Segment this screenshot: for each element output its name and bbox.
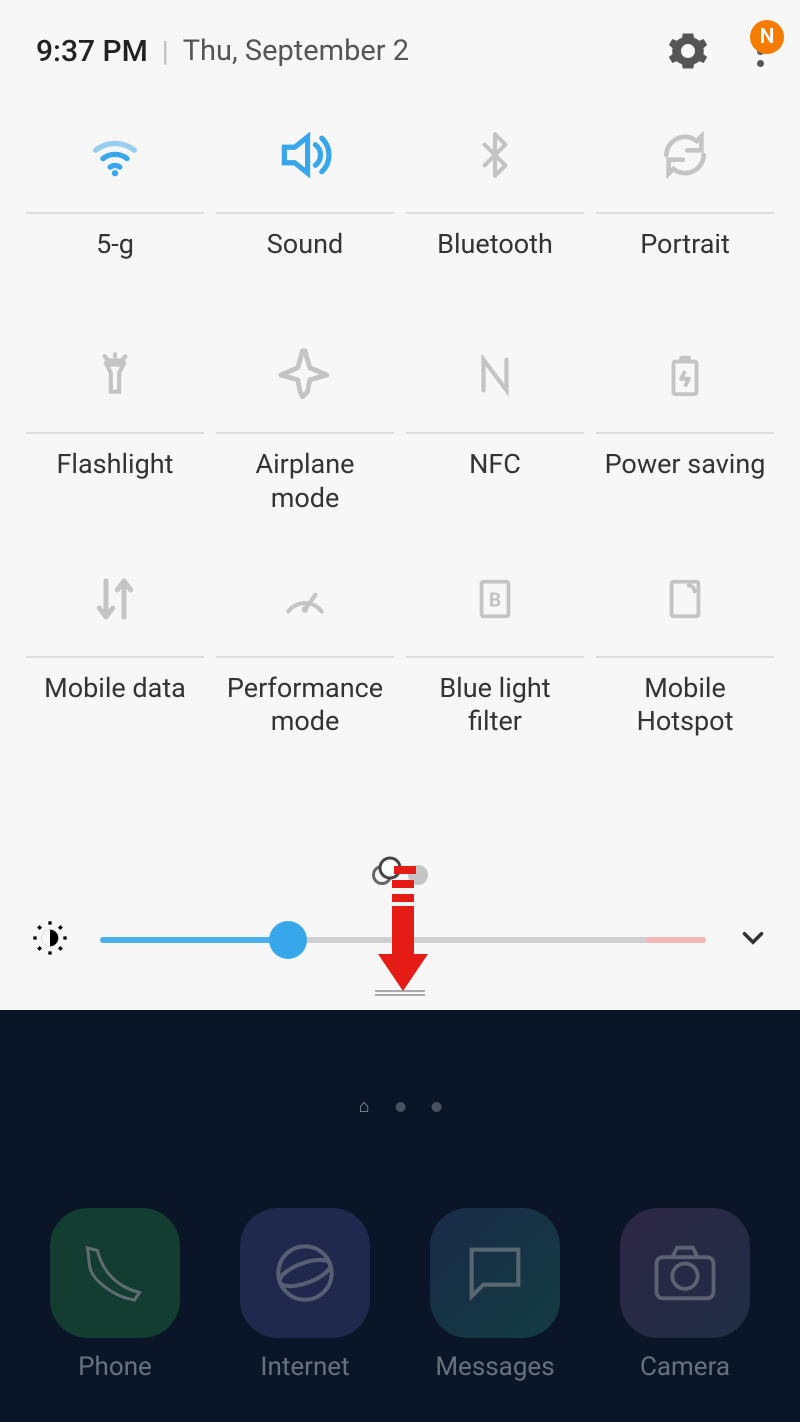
qs-tile-hotspot[interactable]: Mobile Hotspot: [596, 556, 774, 740]
dock-label: Phone: [78, 1352, 152, 1382]
dock-camera[interactable]: Camera: [620, 1208, 750, 1382]
qs-tile-label[interactable]: Airplane mode: [216, 442, 394, 516]
qs-tile-label[interactable]: Portrait: [636, 222, 734, 292]
brightness-icon: [30, 918, 70, 962]
qs-tile-label[interactable]: Power saving: [601, 442, 770, 512]
internet-icon: [240, 1208, 370, 1338]
panel-drag-handle[interactable]: [375, 990, 425, 996]
qs-tile-mobile-data[interactable]: Mobile data: [26, 556, 204, 740]
dock-phone[interactable]: Phone: [50, 1208, 180, 1382]
qs-tile-performance[interactable]: Performance mode: [216, 556, 394, 740]
svg-text:B: B: [489, 588, 501, 611]
bluetooth-icon: [470, 112, 520, 198]
clock-date: Thu, September 2: [183, 34, 409, 68]
wifi-icon: [86, 112, 144, 198]
qs-tile-rotation[interactable]: Portrait: [596, 112, 774, 292]
qs-header: 9:37 PM | Thu, September 2 N: [0, 0, 800, 102]
notification-badge: N: [750, 20, 784, 54]
qs-tile-label[interactable]: Mobile data: [40, 666, 190, 736]
hotspot-icon: [662, 556, 708, 642]
qs-tiles-grid: 5-g Sound Bluetooth Portrait: [0, 102, 800, 739]
qs-tile-label[interactable]: Blue light filter: [406, 666, 584, 740]
flashlight-icon: [90, 332, 140, 418]
dock-label: Internet: [260, 1352, 349, 1382]
qs-tile-label[interactable]: 5-g: [92, 222, 138, 292]
more-options-button[interactable]: N: [757, 36, 764, 67]
qs-tile-label[interactable]: NFC: [465, 442, 525, 512]
qs-tile-label[interactable]: Flashlight: [53, 442, 178, 512]
clock-time: 9:37 PM: [36, 34, 148, 69]
nfc-icon: [472, 332, 518, 418]
qs-tile-airplane[interactable]: Airplane mode: [216, 332, 394, 516]
qs-tile-sound[interactable]: Sound: [216, 112, 394, 292]
qs-tile-label[interactable]: Mobile Hotspot: [596, 666, 774, 740]
qs-tile-flashlight[interactable]: Flashlight: [26, 332, 204, 516]
rotation-icon: [657, 112, 713, 198]
brightness-row: [0, 890, 800, 990]
home-dock: Phone Internet Messages Camera: [0, 1208, 800, 1382]
messages-icon: [430, 1208, 560, 1338]
qs-page-indicator: [372, 865, 428, 885]
performance-icon: [275, 556, 335, 642]
blue-light-icon: B: [472, 556, 518, 642]
power-saving-icon: [662, 332, 708, 418]
qs-tile-bluetooth[interactable]: Bluetooth: [406, 112, 584, 292]
qs-tile-nfc[interactable]: NFC: [406, 332, 584, 516]
phone-icon: [50, 1208, 180, 1338]
camera-icon: [620, 1208, 750, 1338]
qs-tile-label[interactable]: Bluetooth: [433, 222, 557, 292]
qs-tile-label[interactable]: Sound: [263, 222, 347, 292]
qs-tile-label[interactable]: Performance mode: [216, 666, 394, 740]
chevron-down-icon: [736, 921, 770, 955]
page-dot: [408, 865, 428, 885]
qs-tile-power-saving[interactable]: Power saving: [596, 332, 774, 516]
dock-label: Messages: [435, 1352, 554, 1382]
brightness-slider[interactable]: [100, 937, 706, 943]
page-dot-active: [372, 865, 392, 885]
brightness-expand-button[interactable]: [736, 921, 770, 959]
dock-label: Camera: [640, 1352, 730, 1382]
dock-messages[interactable]: Messages: [430, 1208, 560, 1382]
qs-tile-blue-light[interactable]: B Blue light filter: [406, 556, 584, 740]
qs-tile-wifi[interactable]: 5-g: [26, 112, 204, 292]
gear-icon: [667, 30, 709, 72]
sound-icon: [274, 112, 336, 198]
settings-button[interactable]: [667, 30, 709, 72]
dock-internet[interactable]: Internet: [240, 1208, 370, 1382]
home-page-indicator: ⌂: [359, 1096, 442, 1117]
mobile-data-icon: [88, 556, 142, 642]
airplane-icon: [276, 332, 334, 418]
brightness-thumb[interactable]: [269, 921, 307, 959]
quick-settings-panel: 9:37 PM | Thu, September 2 N 5-g Sound: [0, 0, 800, 1010]
